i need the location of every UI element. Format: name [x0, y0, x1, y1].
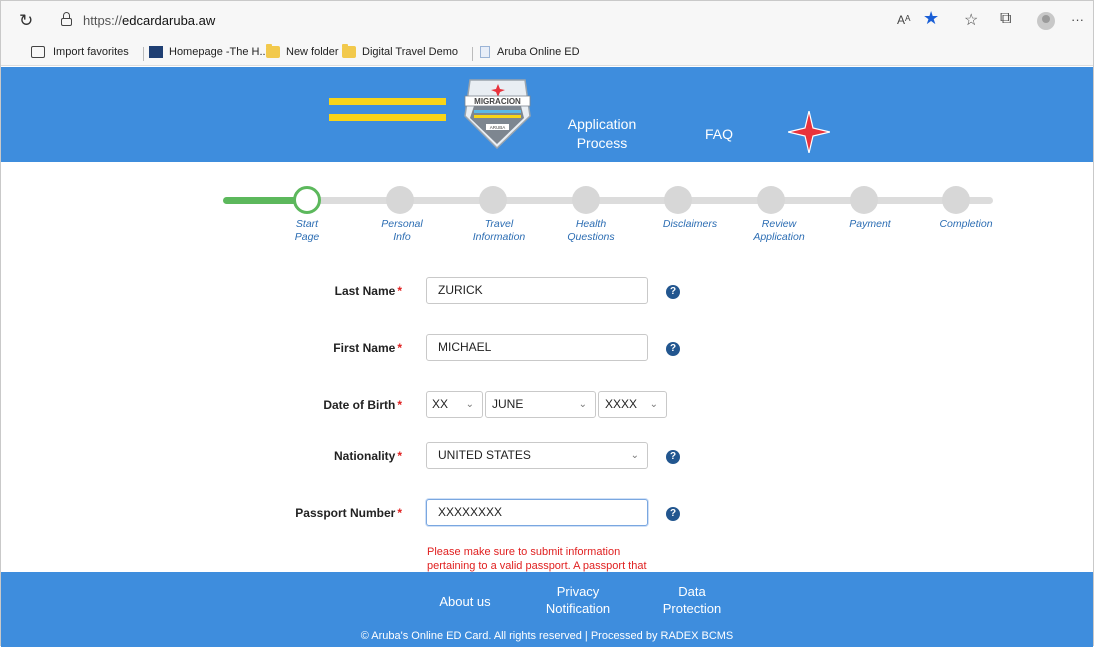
nationality-label-text: Nationality	[333, 449, 396, 463]
required-mark: *	[397, 284, 402, 298]
fav-new-folder[interactable]: New folder	[286, 46, 339, 58]
collections-icon[interactable]: ⧉	[1000, 10, 1011, 28]
dob-year-select[interactable]: XXXX ⌄	[598, 391, 667, 418]
migracion-badge-logo[interactable]: MIGRACION ARUBA	[460, 76, 535, 150]
chevron-down-icon: ⌄	[578, 399, 587, 410]
step-dot-personal[interactable]	[386, 186, 414, 214]
passport-label: Passport Number *	[242, 506, 402, 520]
yellow-bar	[329, 114, 446, 121]
fav-separator	[472, 47, 473, 61]
read-aloud-icon[interactable]: Aᴬ	[897, 13, 910, 27]
dob-year-value: XXXX	[605, 397, 638, 411]
dob-label: Date of Birth *	[242, 398, 402, 412]
step-dot-payment[interactable]	[850, 186, 878, 214]
browser-window: ↻ https://edcardaruba.aw Aᴬ ★ ☆ ⧉ ··· Im…	[0, 0, 1094, 647]
url-host: edcardaruba.aw	[122, 13, 216, 28]
last-name-label-text: Last Name	[334, 284, 396, 298]
step-dot-start[interactable]	[293, 186, 321, 214]
first-name-help-icon[interactable]: ?	[666, 342, 680, 356]
step-label-start: Start Page	[294, 218, 320, 243]
footer-data-protection[interactable]: Data Protection	[657, 583, 727, 617]
step-dot-review[interactable]	[757, 186, 785, 214]
nationality-help-icon[interactable]: ?	[666, 450, 680, 464]
footer-about-us[interactable]: About us	[433, 593, 497, 610]
step-label-health: Health Questions	[567, 218, 615, 243]
step-dot-completion[interactable]	[942, 186, 970, 214]
fav-homepage[interactable]: Homepage -The H...	[169, 46, 269, 58]
passport-help-icon[interactable]: ?	[666, 507, 680, 521]
favorites-list-icon[interactable]: ☆	[964, 10, 978, 30]
page-icon	[480, 46, 490, 58]
first-name-label: First Name *	[242, 341, 402, 355]
lock-icon[interactable]	[61, 12, 72, 26]
step-dot-health[interactable]	[572, 186, 600, 214]
progress-track-done	[223, 197, 299, 204]
required-mark: *	[397, 398, 402, 412]
fav-import-favorites[interactable]: Import favorites	[53, 46, 129, 58]
footer-privacy-notification[interactable]: Privacy Notification	[539, 583, 617, 617]
profile-avatar[interactable]	[1037, 12, 1055, 30]
passport-warning-text: Please make sure to submit information p…	[427, 545, 667, 573]
nationality-select[interactable]: UNITED STATES ⌄	[426, 442, 648, 469]
last-name-input[interactable]: ZURICK	[426, 277, 648, 304]
first-name-label-text: First Name	[333, 341, 396, 355]
step-label-travel: Travel Information	[472, 218, 526, 243]
footer-copyright: © Aruba's Online ED Card. All rights res…	[360, 630, 734, 642]
last-name-label: Last Name *	[242, 284, 402, 298]
dob-day-select[interactable]: XX ⌄	[426, 391, 483, 418]
dob-label-text: Date of Birth	[323, 398, 396, 412]
warning-line-1: Please make sure to submit information	[427, 546, 621, 558]
step-label-completion: Completion	[939, 218, 993, 230]
yellow-bar	[329, 98, 446, 105]
nationality-value: UNITED STATES	[438, 448, 531, 462]
folder-icon	[266, 44, 280, 58]
site-header	[1, 67, 1093, 162]
step-dot-disclaimers[interactable]	[664, 186, 692, 214]
step-label-payment: Payment	[849, 218, 891, 230]
last-name-help-icon[interactable]: ?	[666, 285, 680, 299]
site-favicon	[149, 46, 163, 58]
passport-number-input[interactable]: XXXXXXXX	[426, 499, 648, 526]
more-menu-icon[interactable]: ···	[1071, 12, 1084, 27]
fav-separator	[143, 47, 144, 61]
warning-line-2: pertaining to a valid passport. A passpo…	[427, 560, 647, 572]
dob-day-value: XX	[432, 397, 449, 411]
nav-application-process[interactable]: Application Process	[563, 115, 641, 153]
step-dot-travel[interactable]	[479, 186, 507, 214]
red-star-icon	[788, 111, 830, 153]
required-mark: *	[397, 341, 402, 355]
favorites-bar: Import favorites Homepage -The H... New …	[1, 41, 1093, 66]
nationality-label: Nationality *	[242, 449, 402, 463]
fav-digital-travel-demo[interactable]: Digital Travel Demo	[362, 46, 458, 58]
import-icon	[31, 46, 45, 58]
chevron-down-icon: ⌄	[630, 450, 639, 461]
favorite-star-icon[interactable]: ★	[923, 8, 939, 29]
first-name-input[interactable]: MICHAEL	[426, 334, 648, 361]
nav-faq[interactable]: FAQ	[699, 125, 739, 144]
badge-sub-text: ARUBA	[490, 125, 506, 130]
required-mark: *	[397, 506, 402, 520]
badge-text: MIGRACION	[474, 97, 521, 106]
step-label-disclaimers: Disclaimers	[662, 218, 718, 230]
address-bar-row: ↻ https://edcardaruba.aw Aᴬ ★ ☆ ⧉ ···	[1, 1, 1093, 41]
chevron-down-icon: ⌄	[649, 399, 658, 410]
passport-label-text: Passport Number	[295, 506, 396, 520]
step-label-review: Review Application	[753, 218, 805, 243]
required-mark: *	[397, 449, 402, 463]
dob-month-select[interactable]: JUNE ⌄	[485, 391, 596, 418]
dob-month-value: JUNE	[492, 397, 524, 411]
folder-icon	[342, 44, 356, 58]
url-text[interactable]: https://edcardaruba.aw	[83, 13, 215, 28]
chevron-down-icon: ⌄	[465, 399, 474, 410]
step-label-personal: Personal Info	[381, 218, 423, 243]
fav-aruba-online-ed[interactable]: Aruba Online ED	[497, 46, 580, 58]
refresh-icon[interactable]: ↻	[19, 11, 33, 31]
url-prefix: https://	[83, 13, 123, 28]
